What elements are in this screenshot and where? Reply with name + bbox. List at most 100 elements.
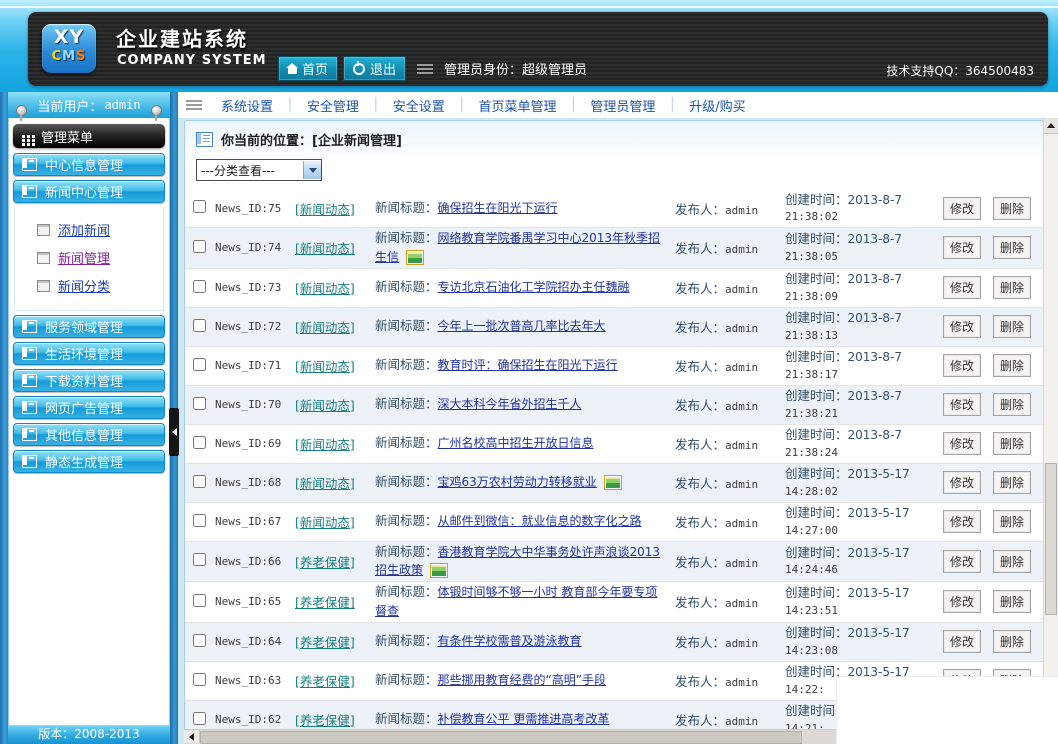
top-menu-item[interactable]: 管理员管理 [577,96,668,115]
row-checkbox[interactable] [193,712,206,725]
sidebar-sub-link[interactable]: 添加新闻 [58,220,110,239]
sidebar-group-button[interactable]: 新闻中心管理 [13,180,165,203]
row-category-link[interactable]: [新闻动态] [295,320,355,335]
row-category-link[interactable]: [新闻动态] [295,437,355,452]
delete-button[interactable]: 删除 [993,315,1031,338]
edit-button[interactable]: 修改 [943,276,981,299]
row-category-link[interactable]: [养老保健] [295,555,355,570]
top-menu-item[interactable]: 安全管理 [294,96,372,115]
row-checkbox[interactable] [193,358,206,371]
edit-button[interactable]: 修改 [943,315,981,338]
row-checkbox[interactable] [193,436,206,449]
top-menu-item[interactable]: 安全设置 [380,96,458,115]
sidebar-group-button[interactable]: 服务领域管理 [13,315,165,338]
row-category-link[interactable]: [新闻动态] [295,281,355,296]
row-title-link[interactable]: 从邮件到微信：就业信息的数字化之路 [438,514,642,528]
sidebar-sub-item[interactable]: 添加新闻 [37,220,163,239]
edit-button[interactable]: 修改 [943,510,981,533]
edit-button[interactable]: 修改 [943,197,981,220]
top-menu-item[interactable]: 升级/购买 [676,96,758,115]
row-category-link[interactable]: [新闻动态] [295,202,355,217]
edit-button[interactable]: 修改 [943,590,981,613]
row-checkbox[interactable] [193,280,206,293]
delete-button[interactable]: 删除 [993,550,1031,573]
delete-button[interactable]: 删除 [993,432,1031,455]
row-title-link[interactable]: 教育时评：确保招生在阳光下运行 [438,358,618,372]
row-category-link[interactable]: [新闻动态] [295,359,355,374]
sidebar-group-button[interactable]: 生活环境管理 [13,342,165,365]
delete-button[interactable]: 删除 [993,236,1031,259]
edit-button[interactable]: 修改 [943,630,981,653]
row-category-link[interactable]: [养老保健] [295,674,355,689]
sidebar-group-label: 服务领域管理 [45,317,123,336]
vertical-scrollbar-thumb[interactable] [1045,463,1057,615]
delete-button[interactable]: 删除 [993,590,1031,613]
row-title-link[interactable]: 深大本科今年省外招生千人 [438,397,582,411]
delete-button[interactable]: 删除 [993,354,1031,377]
sidebar-group-button[interactable]: 中心信息管理 [13,153,165,176]
row-checkbox[interactable] [193,319,206,332]
news-row: News_ID:72 [新闻动态] 新闻标题：今年上一批次普高几率比去年大 发布… [185,308,1043,347]
delete-button[interactable]: 删除 [993,197,1031,220]
row-title-link[interactable]: 今年上一批次普高几率比去年大 [438,319,606,333]
delete-button[interactable]: 删除 [993,276,1031,299]
home-button[interactable]: 首页 [278,56,338,81]
sidebar-sub-item[interactable]: 新闻管理 [37,248,163,267]
sidebar-sub-link[interactable]: 新闻管理 [58,248,110,267]
vertical-scrollbar[interactable] [1043,118,1058,744]
row-category-link[interactable]: [新闻动态] [295,398,355,413]
row-title-link[interactable]: 补偿教育公平 更需推进高考改革 [438,712,610,726]
row-category-link[interactable]: [养老保健] [295,635,355,650]
window-icon [22,347,37,360]
logout-button[interactable]: 退出 [343,56,406,81]
top-menu-item[interactable]: 系统设置 [208,96,286,115]
delete-button[interactable]: 删除 [993,393,1031,416]
row-checkbox[interactable] [193,514,206,527]
row-checkbox[interactable] [193,553,206,566]
scroll-left-button[interactable] [184,730,200,743]
delete-button[interactable]: 删除 [993,510,1031,533]
sidebar-group-button[interactable]: 其他信息管理 [13,423,165,446]
row-checkbox[interactable] [193,594,206,607]
row-title-link[interactable]: 广州名校高中招生开放日信息 [438,436,594,450]
row-id: News_ID:73 [215,281,295,294]
row-checkbox[interactable] [193,397,206,410]
sidebar-group-button[interactable]: 网页广告管理 [13,396,165,419]
news-row: News_ID:64 [养老保健] 新闻标题：有条件学校需普及游泳教育 发布人：… [185,623,1043,662]
row-checkbox[interactable] [193,634,206,647]
news-title-label: 新闻标题： [375,279,438,294]
row-category-link[interactable]: [新闻动态] [295,515,355,530]
top-menu-item[interactable]: 首页菜单管理 [466,96,570,115]
row-category-link[interactable]: [新闻动态] [295,476,355,491]
edit-button[interactable]: 修改 [943,393,981,416]
row-title-link[interactable]: 确保招生在阳光下运行 [438,201,558,215]
sidebar-group-button[interactable]: 静态生成管理 [13,450,165,473]
row-checkbox[interactable] [193,200,206,213]
delete-button[interactable]: 删除 [993,471,1031,494]
arrow-left-icon [189,733,194,741]
row-category-link[interactable]: [养老保健] [295,713,355,728]
row-checkbox[interactable] [193,475,206,488]
row-category-link[interactable]: [养老保健] [295,595,355,610]
edit-button[interactable]: 修改 [943,354,981,377]
scroll-up-button[interactable] [1044,118,1058,134]
edit-button[interactable]: 修改 [943,432,981,455]
horizontal-scrollbar-thumb[interactable] [200,731,802,744]
row-title-link[interactable]: 那些挪用教育经费的“高明”手段 [438,673,606,687]
delete-button[interactable]: 删除 [993,630,1031,653]
row-category-link[interactable]: [新闻动态] [295,241,355,256]
row-title-link[interactable]: 有条件学校需普及游泳教育 [438,634,582,648]
row-checkbox[interactable] [193,673,206,686]
row-title-link[interactable]: 宝鸡63万农村劳动力转移就业 [438,475,597,489]
sidebar-collapse-handle[interactable] [169,408,179,456]
edit-button[interactable]: 修改 [943,550,981,573]
edit-button[interactable]: 修改 [943,471,981,494]
select-dropdown-button[interactable] [303,161,321,179]
sidebar-group-button[interactable]: 下载资料管理 [13,369,165,392]
category-filter-select[interactable]: ---分类查看--- [196,159,322,181]
row-checkbox[interactable] [193,240,206,253]
row-title-link[interactable]: 专访北京石油化工学院招办主任魏融 [438,280,630,294]
sidebar-sub-item[interactable]: 新闻分类 [37,276,163,295]
edit-button[interactable]: 修改 [943,236,981,259]
sidebar-sub-link[interactable]: 新闻分类 [58,276,110,295]
